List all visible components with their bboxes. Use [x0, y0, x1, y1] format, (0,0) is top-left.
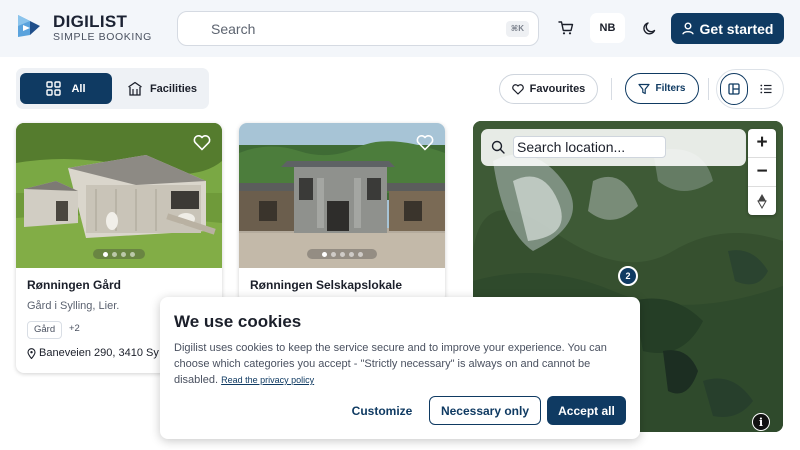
- divider: [611, 78, 612, 100]
- carousel-dot[interactable]: [348, 251, 354, 257]
- privacy-policy-link[interactable]: Read the privacy policy: [221, 375, 314, 385]
- map-location-search-input[interactable]: Search location...: [513, 136, 666, 158]
- map-attribution-info-button[interactable]: i: [752, 413, 770, 431]
- search-placeholder: Search: [211, 21, 256, 37]
- carousel-dot[interactable]: [330, 251, 336, 257]
- reset-bearing-button[interactable]: [748, 187, 776, 215]
- favourites-button[interactable]: Favourites: [499, 74, 598, 104]
- brand-name: DIGILIST: [53, 12, 128, 31]
- carousel-dot[interactable]: [339, 251, 345, 257]
- listing-image-carousel[interactable]: [239, 123, 445, 268]
- segment-facilities-label: Facilities: [149, 82, 198, 95]
- cookie-title: We use cookies: [174, 312, 302, 331]
- location-pin-icon: [27, 347, 36, 359]
- listing-image-carousel[interactable]: [16, 123, 222, 268]
- carousel-dot[interactable]: [357, 251, 363, 257]
- search-icon: [190, 22, 202, 34]
- listing-title: Rønningen Selskapslokale: [250, 278, 403, 292]
- listing-card[interactable]: Rønningen Selskapslokale: [239, 123, 445, 303]
- segment-facilities[interactable]: Facilities: [118, 73, 206, 104]
- segment-all-label: All: [71, 82, 86, 95]
- heart-icon: [511, 83, 524, 95]
- divider: [708, 78, 709, 100]
- map-cluster-marker[interactable]: 2: [618, 266, 638, 286]
- listing-title: Rønningen Gård: [27, 278, 121, 292]
- theme-toggle-button[interactable]: [636, 15, 662, 41]
- compass-icon: [757, 194, 767, 209]
- cookie-description: Digilist uses cookies to keep the servic…: [174, 340, 630, 388]
- filters-button[interactable]: Filters: [625, 73, 699, 104]
- cart-button[interactable]: [553, 15, 579, 41]
- search-shortcut-badge: ⌘K: [505, 21, 529, 37]
- carousel-indicator: [307, 249, 377, 259]
- split-view-button[interactable]: [720, 73, 748, 105]
- language-switcher[interactable]: NB: [590, 13, 625, 43]
- user-icon: [681, 22, 694, 35]
- brand-tagline: SIMPLE BOOKING: [53, 31, 152, 43]
- carousel-dot[interactable]: [112, 251, 117, 257]
- listing-more-tags: +2: [69, 323, 80, 334]
- moon-icon: [642, 21, 655, 34]
- listing-tag: Gård: [27, 321, 63, 339]
- get-started-label: Get started: [699, 20, 774, 37]
- customize-cookies-button[interactable]: Customize: [346, 397, 418, 425]
- logo-icon[interactable]: [16, 13, 42, 39]
- favourite-heart-icon[interactable]: [193, 134, 211, 152]
- split-view-icon: [728, 83, 740, 95]
- grid-icon: [46, 81, 62, 96]
- carousel-dot[interactable]: [103, 251, 108, 257]
- listing-subtitle: Gård i Sylling, Lier.: [27, 300, 120, 312]
- segment-all[interactable]: All: [20, 73, 112, 104]
- cart-icon: [558, 21, 574, 35]
- carousel-dot[interactable]: [321, 251, 327, 257]
- carousel-dot[interactable]: [121, 251, 126, 257]
- filter-icon: [638, 83, 651, 94]
- search-icon: [491, 140, 505, 154]
- global-search-input[interactable]: Search ⌘K: [177, 11, 539, 46]
- listing-photo: [16, 123, 222, 268]
- necessary-only-button[interactable]: Necessary only: [429, 396, 541, 425]
- list-view-button[interactable]: [752, 73, 780, 105]
- zoom-in-button[interactable]: +: [748, 129, 776, 157]
- zoom-out-button[interactable]: −: [748, 158, 776, 186]
- favourites-label: Favourites: [529, 83, 586, 95]
- filters-label: Filters: [655, 83, 686, 94]
- listing-photo: [239, 123, 445, 268]
- favourite-heart-icon[interactable]: [416, 134, 434, 152]
- list-icon: [760, 84, 772, 94]
- accept-all-button[interactable]: Accept all: [547, 396, 626, 425]
- carousel-dot[interactable]: [130, 251, 135, 257]
- carousel-indicator: [93, 249, 145, 259]
- get-started-button[interactable]: Get started: [671, 13, 784, 44]
- listing-address-text: Baneveien 290, 3410 Sy: [39, 347, 159, 359]
- building-icon: [128, 81, 142, 96]
- listing-address: Baneveien 290, 3410 Sy: [27, 347, 159, 359]
